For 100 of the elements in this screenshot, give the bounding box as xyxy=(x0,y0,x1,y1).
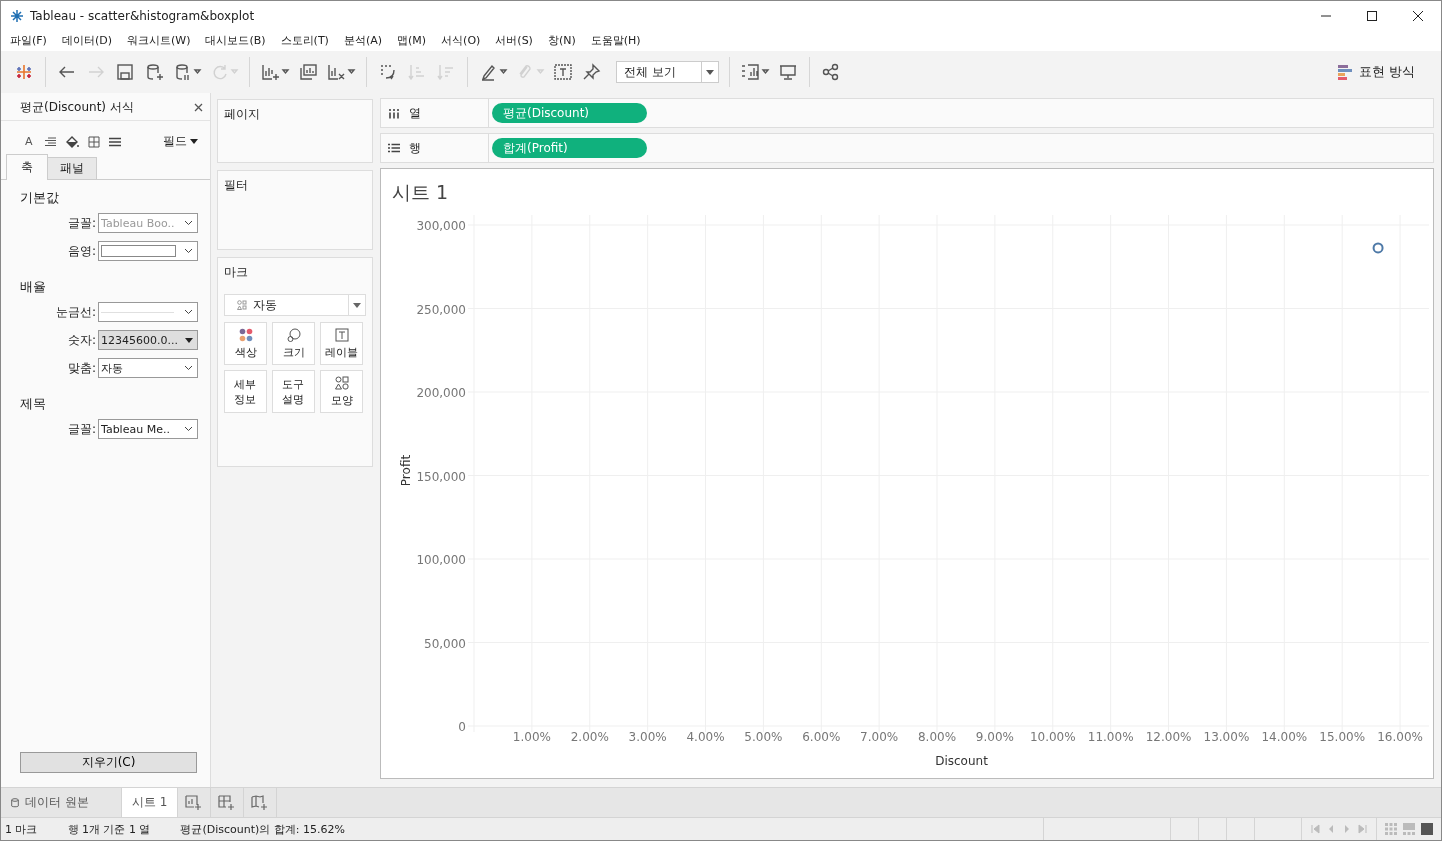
tableau-logo-icon xyxy=(10,8,24,23)
field-label: 글꼴: xyxy=(67,420,96,438)
bar-chart-icon xyxy=(1337,64,1352,80)
menu-item[interactable]: 도움말(H) xyxy=(590,33,641,48)
menu-item[interactable]: 서식(O) xyxy=(441,33,481,48)
pane-tab[interactable]: 패널 xyxy=(47,157,97,179)
field-label: 눈금선: xyxy=(55,303,96,321)
section-heading: 기본값 xyxy=(20,189,60,207)
x-tick-label: 13.00% xyxy=(1203,730,1250,744)
presentation-icon[interactable] xyxy=(777,62,799,82)
x-tick-label: 6.00% xyxy=(802,730,841,744)
x-tick-label: 12.00% xyxy=(1145,730,1192,744)
field-label: 글꼴: xyxy=(67,214,96,232)
x-tick-label: 15.00% xyxy=(1319,730,1366,744)
mark-type-dropdown[interactable]: 자동 xyxy=(224,294,366,316)
new-chart-icon[interactable] xyxy=(260,62,290,82)
clear-chart-icon[interactable] xyxy=(326,62,356,82)
borders-icon[interactable] xyxy=(87,135,100,148)
field-label: 맞춤: xyxy=(67,359,96,377)
chevron-down-icon xyxy=(184,426,193,432)
marks-button[interactable]: 레이블 xyxy=(320,322,363,365)
menu-item[interactable]: 맵(M) xyxy=(397,33,427,48)
y-tick-label: 300,000 xyxy=(416,219,466,233)
new-dashboard-icon[interactable] xyxy=(218,794,237,811)
caret-icon xyxy=(185,337,193,343)
new-story-icon[interactable] xyxy=(251,794,270,811)
y-tick-label: 50,000 xyxy=(424,636,466,651)
x-axis-title: Discount xyxy=(935,754,988,768)
size-icon xyxy=(286,327,301,342)
card-title: 마크 xyxy=(224,264,249,281)
status-text: 평균(Discount)의 합계: 15.62% xyxy=(179,821,346,837)
show-me-button[interactable]: 표현 방식 xyxy=(1337,63,1441,81)
x-tick-label: 4.00% xyxy=(686,730,725,744)
close-icon[interactable] xyxy=(1412,9,1424,22)
menu-item[interactable]: 서버(S) xyxy=(495,33,533,48)
menu-item[interactable]: 창(N) xyxy=(547,33,576,48)
paint-bucket-icon[interactable] xyxy=(64,135,79,148)
caret-icon xyxy=(706,69,714,75)
menu-item[interactable]: 대시보드(B) xyxy=(205,33,266,48)
columns-icon xyxy=(388,107,400,119)
y-axis-title: Profit xyxy=(399,454,413,487)
menu-item[interactable]: 스토리(T) xyxy=(280,33,329,48)
caret-icon xyxy=(190,139,198,144)
maximize-icon[interactable] xyxy=(1366,9,1378,22)
clear-button[interactable]: 지우기(C) xyxy=(20,752,197,773)
lines-icon[interactable] xyxy=(108,136,121,147)
y-tick-label: 200,000 xyxy=(416,386,466,400)
marks-button[interactable]: 색상 xyxy=(224,322,267,365)
save-icon[interactable] xyxy=(114,62,136,82)
chevron-down-icon xyxy=(184,220,193,226)
new-worksheet-icon[interactable] xyxy=(185,794,204,811)
data-point[interactable] xyxy=(1372,242,1384,254)
status-text: 1 마크 xyxy=(4,821,39,837)
close-icon[interactable] xyxy=(194,103,203,112)
font-dropdown[interactable]: 자동 xyxy=(98,358,198,378)
marks-button[interactable]: 크기 xyxy=(272,322,315,365)
pin-icon[interactable] xyxy=(581,62,603,82)
sheet-tab[interactable]: 시트 1 xyxy=(122,788,179,817)
font-button[interactable]: A xyxy=(23,135,35,148)
x-tick-label: 11.00% xyxy=(1087,730,1134,744)
number-format-dropdown[interactable]: 12345600.0... xyxy=(98,330,198,350)
y-tick-label: 250,000 xyxy=(416,302,466,317)
window-title: Tableau - scatter&histogram&boxplot xyxy=(30,8,255,23)
menu-item[interactable]: 워크시트(W) xyxy=(127,33,191,48)
pane-tab[interactable]: 축 xyxy=(6,154,48,180)
gridline-dropdown[interactable] xyxy=(98,302,198,322)
x-tick-label: 16.00% xyxy=(1377,730,1423,744)
bar-chart-icon[interactable] xyxy=(740,62,770,82)
text-label-icon[interactable] xyxy=(552,62,574,82)
x-tick-label: 5.00% xyxy=(744,730,783,744)
marks-button[interactable]: 도구 설명 xyxy=(272,370,315,413)
field-dropdown[interactable]: 필드 xyxy=(163,133,198,150)
x-tick-label: 14.00% xyxy=(1261,730,1308,744)
shading-dropdown[interactable] xyxy=(98,241,198,261)
card-title: 페이지 xyxy=(224,106,261,123)
rows-icon xyxy=(388,143,400,153)
shapes-icon xyxy=(237,300,247,310)
shelf-label: 열 xyxy=(409,104,421,122)
shelf-label: 행 xyxy=(409,139,421,157)
marks-button[interactable]: 세부 정보 xyxy=(224,370,267,413)
color-dots-icon xyxy=(238,327,253,342)
section-heading: 제목 xyxy=(20,395,47,413)
x-tick-label: 2.00% xyxy=(570,730,609,744)
menu-item[interactable]: 데이터(D) xyxy=(61,33,112,48)
tab-label: 데이터 원본 xyxy=(25,794,89,811)
y-tick-label: 150,000 xyxy=(416,469,466,484)
font-dropdown[interactable]: Tableau Me.. xyxy=(98,419,198,439)
menu-item[interactable]: 파일(F) xyxy=(10,33,47,48)
menu-item[interactable]: 분석(A) xyxy=(343,33,382,48)
database-icon xyxy=(11,797,19,808)
field-label: 음영: xyxy=(67,242,96,260)
chevron-down-icon xyxy=(184,248,193,254)
status-text: 행 1개 기준 1 열 xyxy=(66,821,152,837)
alignment-icon[interactable] xyxy=(43,136,56,147)
duplicate-chart-icon[interactable] xyxy=(297,62,319,82)
text-label-icon xyxy=(334,327,349,342)
marks-button[interactable]: 모양 xyxy=(320,370,363,413)
y-tick-label: 100,000 xyxy=(416,553,466,567)
caret-icon xyxy=(353,302,361,308)
fit-dropdown[interactable]: 전체 보기 xyxy=(616,61,719,83)
